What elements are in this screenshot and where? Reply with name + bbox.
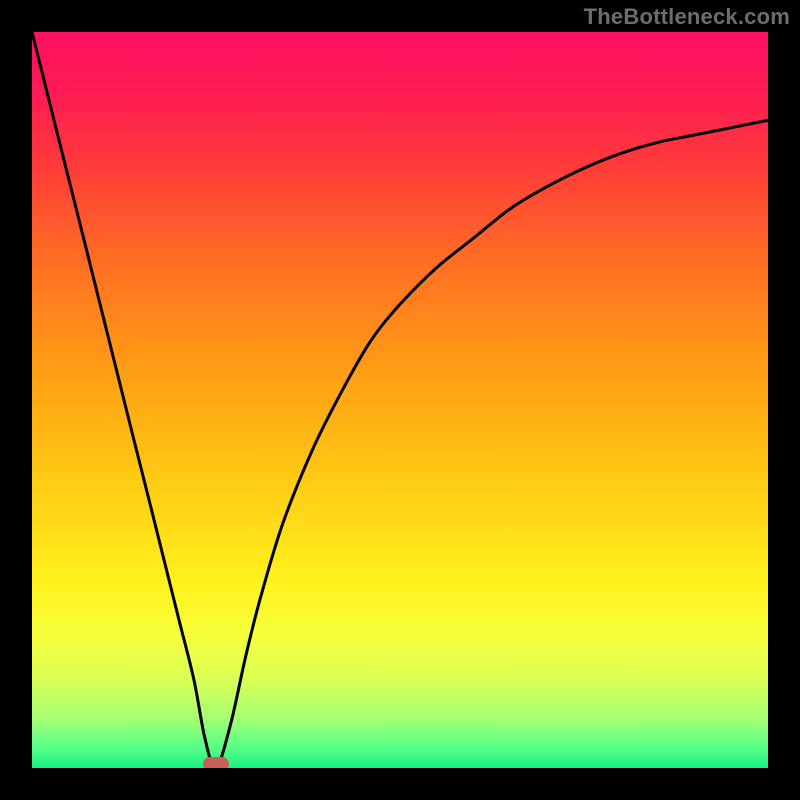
optimum-marker [203,757,229,768]
watermark-text: TheBottleneck.com [584,4,790,30]
chart-frame: TheBottleneck.com [0,0,800,800]
bottleneck-curve [32,32,768,768]
plot-area [32,32,768,768]
curve-layer [32,32,768,768]
